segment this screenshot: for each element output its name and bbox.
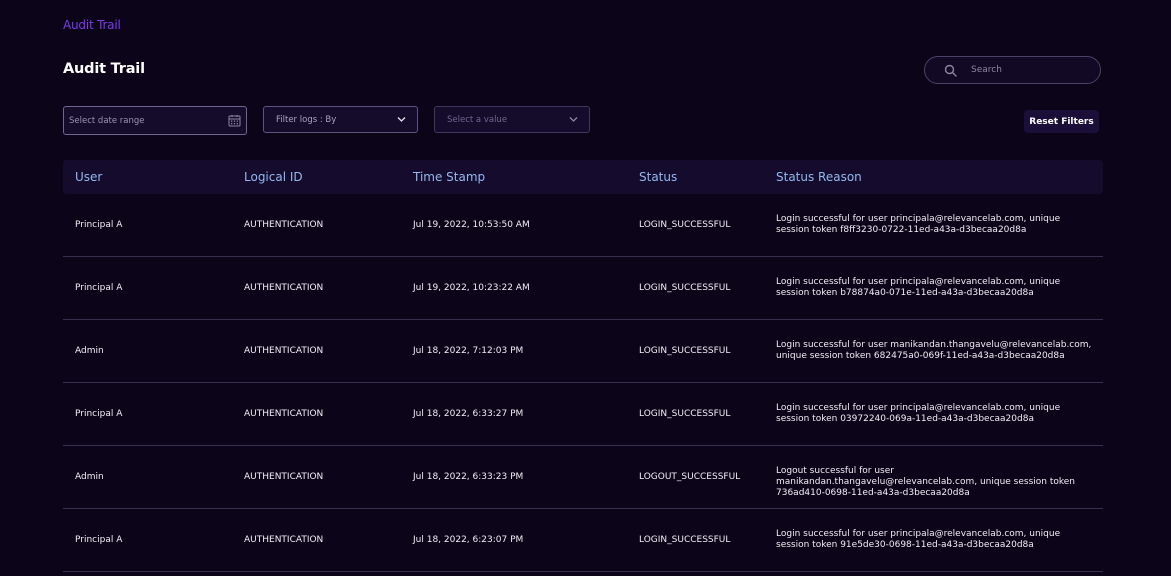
logical-id-cell: AUTHENTICATION — [244, 283, 324, 293]
logical-id-cell: AUTHENTICATION — [244, 346, 324, 356]
chevron-down-icon — [569, 117, 578, 122]
breadcrumb[interactable]: Audit Trail — [63, 18, 121, 32]
status-cell: LOGOUT_SUCCESSFUL — [639, 472, 741, 482]
status-cell: LOGIN_SUCCESSFUL — [639, 535, 731, 545]
user-cell: Principal A — [75, 409, 123, 419]
logical-id-cell: AUTHENTICATION — [244, 535, 324, 545]
column-header-status-reason[interactable]: Status Reason — [776, 170, 1096, 184]
calendar-icon[interactable] — [228, 114, 241, 127]
table-row[interactable]: Principal A AUTHENTICATION Jul 18, 2022, 6… — [63, 509, 1103, 572]
user-cell: Principal A — [75, 535, 123, 545]
user-cell: Admin — [75, 346, 104, 356]
timestamp-cell: Jul 19, 2022, 10:53:50 AM — [413, 220, 530, 230]
column-header-status[interactable]: Status — [639, 170, 677, 184]
table-body: Principal A AUTHENTICATION Jul 19, 2022, 1… — [63, 194, 1103, 572]
status-cell: LOGIN_SUCCESSFUL — [639, 220, 731, 230]
status-cell: LOGIN_SUCCESSFUL — [639, 409, 731, 419]
chevron-down-icon — [397, 117, 406, 122]
column-header-user[interactable]: User — [75, 170, 102, 184]
timestamp-cell: Jul 18, 2022, 6:33:23 PM — [413, 472, 524, 482]
table-row[interactable]: Admin AUTHENTICATION Jul 18, 2022, 6:33:23… — [63, 446, 1103, 509]
table-row[interactable]: Principal A AUTHENTICATION Jul 19, 2022, 1… — [63, 257, 1103, 320]
column-header-time-stamp[interactable]: Time Stamp — [413, 170, 485, 184]
user-cell: Principal A — [75, 283, 123, 293]
timestamp-cell: Jul 18, 2022, 7:12:03 PM — [413, 346, 524, 356]
timestamp-cell: Jul 19, 2022, 10:23:22 AM — [413, 283, 530, 293]
filter-value-select[interactable]: Select a value — [434, 106, 590, 133]
reset-filters-button[interactable]: Reset Filters — [1024, 110, 1099, 133]
table-header: User Logical ID Time Stamp Status Status… — [63, 160, 1103, 194]
timestamp-cell: Jul 18, 2022, 6:23:07 PM — [413, 535, 524, 545]
table-row[interactable]: Admin AUTHENTICATION Jul 18, 2022, 7:12:03… — [63, 320, 1103, 383]
page-title: Audit Trail — [63, 61, 145, 77]
date-range-picker[interactable] — [63, 106, 247, 135]
search-input[interactable] — [971, 57, 1091, 83]
status-reason-cell: Login successful for user principala@rel… — [776, 403, 1061, 424]
logical-id-cell: AUTHENTICATION — [244, 220, 324, 230]
table-row[interactable]: Principal A AUTHENTICATION Jul 18, 2022, 6… — [63, 383, 1103, 446]
search-box[interactable] — [924, 56, 1101, 84]
logical-id-cell: AUTHENTICATION — [244, 472, 324, 482]
filter-value-placeholder: Select a value — [447, 115, 508, 125]
filter-by-select[interactable]: Filter logs : By — [263, 106, 418, 133]
status-cell: LOGIN_SUCCESSFUL — [639, 283, 731, 293]
user-cell: Principal A — [75, 220, 123, 230]
status-reason-cell: Login successful for user principala@rel… — [776, 214, 1061, 235]
status-reason-cell: Login successful for user principala@rel… — [776, 529, 1061, 550]
table-row[interactable]: Principal A AUTHENTICATION Jul 19, 2022, 1… — [63, 194, 1103, 257]
status-cell: LOGIN_SUCCESSFUL — [639, 346, 731, 356]
status-reason-cell: Login successful for user principala@rel… — [776, 277, 1061, 298]
audit-table: User Logical ID Time Stamp Status Status… — [63, 160, 1103, 572]
status-reason-cell: Logout successful for user manikandan.th… — [776, 466, 1076, 498]
search-icon — [944, 64, 957, 77]
date-range-input[interactable] — [69, 107, 219, 134]
logical-id-cell: AUTHENTICATION — [244, 409, 324, 419]
user-cell: Admin — [75, 472, 104, 482]
status-reason-cell: Login successful for user manikandan.tha… — [776, 340, 1092, 361]
column-header-logical-id[interactable]: Logical ID — [244, 170, 303, 184]
timestamp-cell: Jul 18, 2022, 6:33:27 PM — [413, 409, 524, 419]
filter-by-label: Filter logs : By — [276, 115, 337, 125]
